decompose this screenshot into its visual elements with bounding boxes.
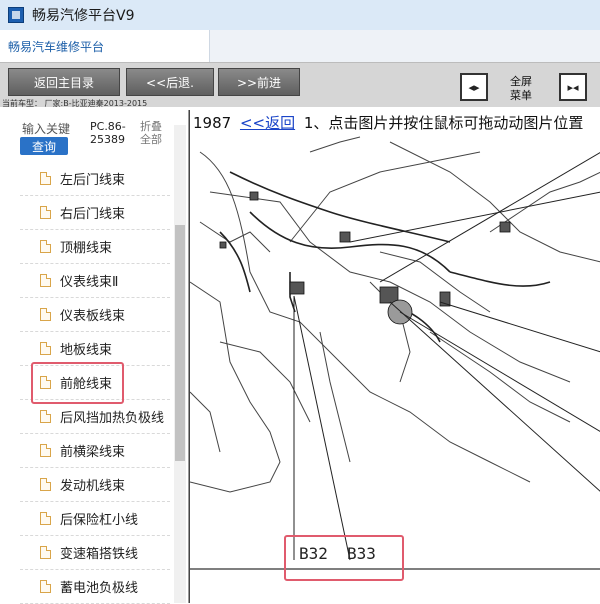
- document-icon: [40, 308, 51, 321]
- document-icon: [40, 512, 51, 525]
- harness-cables: [219, 171, 551, 343]
- tree-item[interactable]: 发动机线束: [20, 468, 170, 502]
- wiring-diagram[interactable]: [190, 132, 600, 603]
- code-line1: PC.86-: [90, 120, 126, 133]
- tree-item-selected[interactable]: 前舱线束: [20, 366, 170, 400]
- expand-left-button[interactable]: ◂▸: [460, 73, 488, 101]
- prev-button[interactable]: <<后退.: [126, 68, 214, 96]
- tree-item-label: 发动机线束: [60, 479, 126, 494]
- tree-item-label: 前舱线束: [60, 377, 113, 392]
- tree-item-label: 蓄电池负极线: [60, 581, 139, 596]
- tab-main[interactable]: 畅易汽车维修平台: [0, 30, 210, 62]
- document-icon: [40, 410, 51, 423]
- tree-item[interactable]: 前横梁线束: [20, 434, 170, 468]
- connector-label-b33: B33: [347, 544, 376, 563]
- connectors: [219, 191, 511, 325]
- document-icon: [40, 342, 51, 355]
- back-main-button[interactable]: 返回主目录: [8, 68, 120, 96]
- leader-lines: [293, 152, 600, 561]
- document-icon: [40, 580, 51, 593]
- arrows-inward-icon: ▸◂: [567, 80, 579, 94]
- scrollbar-thumb[interactable]: [175, 225, 185, 461]
- tree-item[interactable]: 变速箱搭铁线: [20, 536, 170, 570]
- tree-item[interactable]: 后保险杠小线: [20, 502, 170, 536]
- search-input[interactable]: 输入关键: [22, 120, 70, 137]
- app-icon: [8, 7, 24, 23]
- tree-item-label: 顶棚线束: [60, 241, 113, 256]
- document-icon: [40, 172, 51, 185]
- fold-all-button[interactable]: 折叠 全部: [140, 120, 168, 146]
- tree-item[interactable]: 后风挡加热负极线: [20, 400, 170, 434]
- tree-item[interactable]: 顶棚线束: [20, 230, 170, 264]
- tree-item-label: 右后门线束: [60, 207, 126, 222]
- document-icon: [40, 444, 51, 457]
- document-icon: [40, 376, 51, 389]
- document-icon: [40, 546, 51, 559]
- document-icon: [40, 478, 51, 491]
- document-icon: [40, 206, 51, 219]
- next-button[interactable]: >>前进: [218, 68, 300, 96]
- tree-item-label: 变速箱搭铁线: [60, 547, 139, 562]
- code-label: PC.86- 25389: [90, 120, 132, 146]
- query-button[interactable]: 查询: [20, 137, 68, 155]
- current-vehicle-info: 当前车型： 厂家:B-比亚迪秦2013-2015: [2, 99, 148, 108]
- tree-item[interactable]: 仪表板线束: [20, 298, 170, 332]
- title-bar: 畅易汽修平台V9: [0, 0, 600, 30]
- arrow-left-icon: ◂▸: [468, 80, 480, 94]
- tree-item-label: 仪表板线束: [60, 309, 126, 324]
- diagram-panel: 1987 <<返回 1、点击图片并按住鼠标可拖动动图片位置 B32 B33: [189, 110, 600, 603]
- connector-label-b32: B32: [299, 544, 328, 563]
- tree-item-label: 仪表线束Ⅱ: [60, 275, 119, 290]
- fullscreen-label-line1: 全屏: [510, 75, 532, 88]
- collapse-panel-button[interactable]: ▸◂: [559, 73, 587, 101]
- back-link[interactable]: <<返回: [240, 114, 295, 132]
- tree-item-label: 前横梁线束: [60, 445, 126, 460]
- left-panel: 输入关键 查询 PC.86- 25389 折叠 全部 左后门线束 右后门线束 顶…: [0, 110, 189, 604]
- tree-item[interactable]: 右后门线束: [20, 196, 170, 230]
- tree-item[interactable]: 蓄电池负极线: [20, 570, 170, 604]
- instruction-text: 1、点击图片并按住鼠标可拖动动图片位置: [303, 114, 584, 132]
- left-scrollbar[interactable]: [174, 125, 186, 603]
- tree-item-label: 地板线束: [60, 343, 113, 358]
- page-number: 1987: [193, 114, 232, 132]
- window-title: 畅易汽修平台V9: [32, 8, 135, 24]
- tree-item[interactable]: 仪表线束Ⅱ: [20, 264, 170, 298]
- document-icon: [40, 274, 51, 287]
- fold-line2: 全部: [140, 133, 162, 146]
- tree-item-label: 后风挡加热负极线: [60, 411, 165, 426]
- tree-item[interactable]: 地板线束: [20, 332, 170, 366]
- code-line2: 25389: [90, 133, 125, 146]
- harness-tree: 左后门线束 右后门线束 顶棚线束 仪表线束Ⅱ 仪表板线束 地板线束 前舱线束 后…: [20, 162, 170, 604]
- document-icon: [40, 240, 51, 253]
- tree-item-label: 左后门线束: [60, 173, 126, 188]
- tree-item-label: 后保险杠小线: [60, 513, 139, 528]
- tab-strip: 畅易汽车维修平台: [0, 30, 600, 62]
- tree-item[interactable]: 左后门线束: [20, 162, 170, 196]
- diagram-header: 1987 <<返回 1、点击图片并按住鼠标可拖动动图片位置: [193, 112, 583, 133]
- fold-line1: 折叠: [140, 120, 162, 133]
